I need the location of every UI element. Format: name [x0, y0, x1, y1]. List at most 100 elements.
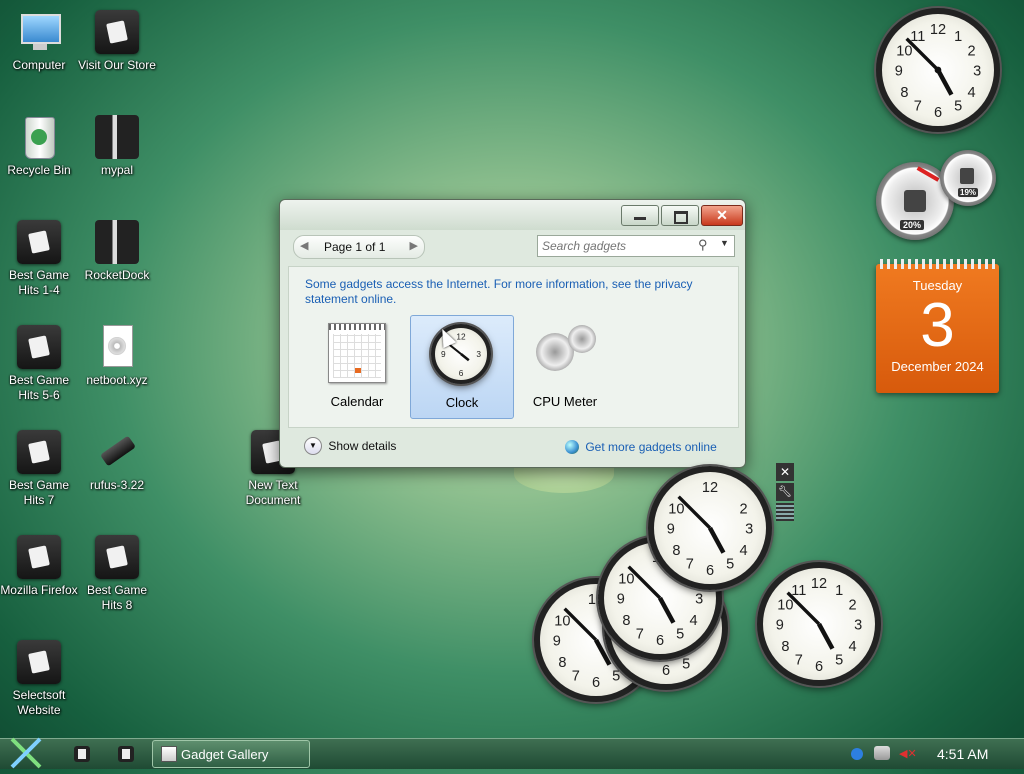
svg-text:2: 2 [740, 501, 748, 517]
cpu-usage-label: 20% [900, 220, 925, 230]
desktop-icon-recycle-bin[interactable]: Recycle Bin [0, 115, 78, 178]
desktop-icon-mypal[interactable]: mypal [78, 115, 156, 178]
minimize-icon [634, 217, 646, 220]
calendar-day: 3 [920, 291, 955, 360]
svg-text:4: 4 [690, 613, 698, 629]
drag-handle-icon[interactable] [776, 503, 794, 521]
svg-text:2: 2 [849, 597, 857, 613]
desktop-icon-computer[interactable]: Computer [0, 10, 78, 73]
memory-gauge-icon: 19% [940, 150, 996, 206]
clock-gadget[interactable]: 12 3 6 9 10 8 7 5 4 2 11 1 [757, 562, 881, 686]
desktop-icon-label: Computer [12, 58, 66, 72]
clock-gadget[interactable]: 12 3 6 9 10 8 7 5 4 2 [648, 466, 772, 590]
gadget-gallery-window[interactable]: ✕ ◀ Page 1 of 1 ▶ ⚲ ▼ Some gadgets acces… [279, 199, 746, 468]
desktop-icon-label: Mozilla Firefox [0, 583, 78, 597]
svg-text:3: 3 [476, 349, 481, 359]
desktop-icon-netboot[interactable]: netboot.xyz [78, 325, 156, 388]
window-titlebar[interactable]: ✕ [280, 200, 745, 230]
gadget-item-clock[interactable]: 12 3 6 9 Clock [410, 315, 514, 419]
clock-face-icon: 12369 1245 781011 [895, 22, 981, 121]
close-button[interactable]: ✕ [701, 205, 743, 226]
svg-text:3: 3 [695, 592, 703, 608]
svg-text:7: 7 [636, 626, 644, 642]
cpu-meter-gadget[interactable]: 20% 19% [876, 150, 1000, 242]
svg-text:6: 6 [459, 368, 464, 378]
desktop-icon-visit-our-store[interactable]: Visit Our Store [78, 10, 156, 73]
wrench-icon[interactable]: 🔧︎ [776, 483, 794, 501]
app-icon [78, 749, 86, 759]
previous-page-icon[interactable]: ◀ [300, 239, 308, 252]
quicklaunch-item[interactable] [74, 746, 90, 762]
memory-usage-label: 19% [958, 188, 979, 197]
svg-text:6: 6 [815, 659, 823, 675]
chevron-down-icon: ▼ [304, 437, 322, 455]
svg-text:6: 6 [662, 663, 670, 679]
tray-network-icon[interactable] [851, 748, 863, 760]
svg-text:8: 8 [622, 613, 630, 629]
clock-face-icon: 123691087 54211 1 [776, 576, 862, 675]
mypal-icon [95, 115, 139, 159]
clock-face-icon: 12 3 6 9 10 87 54 2 [667, 480, 753, 579]
taskbar-button-gadget-gallery[interactable]: Gadget Gallery [152, 740, 310, 768]
privacy-notice[interactable]: Some gadgets access the Internet. For mo… [305, 277, 705, 307]
get-more-gadgets-link[interactable]: Get more gadgets online [565, 439, 717, 454]
page-label: Page 1 of 1 [324, 240, 386, 254]
tray-volume-muted-icon[interactable]: ◀✕ [899, 747, 917, 760]
desktop-icon-rufus[interactable]: rufus-3.22 [78, 430, 156, 493]
usb-drive-icon [95, 430, 139, 474]
svg-text:10: 10 [777, 597, 793, 613]
start-button[interactable] [8, 737, 44, 769]
svg-text:3: 3 [973, 64, 981, 80]
desktop-icon-selectsoft-website[interactable]: Selectsoft Website [0, 640, 78, 718]
desktop-icon-label: Best Game Hits 5-6 [8, 373, 70, 402]
search-input[interactable] [540, 237, 694, 255]
svg-text:7: 7 [795, 652, 803, 668]
svg-text:4: 4 [849, 639, 857, 655]
svg-text:9: 9 [617, 592, 625, 608]
store-icon [95, 10, 139, 54]
chevron-down-icon[interactable]: ▼ [720, 238, 729, 248]
desktop-icon-label: Recycle Bin [7, 163, 71, 177]
clock-gadget[interactable]: 12 3 6 9 1245 7 8 10 11 [876, 8, 1000, 132]
game-icon [17, 325, 61, 369]
website-icon [17, 640, 61, 684]
minimize-button[interactable] [621, 205, 659, 226]
desktop-icon-label: Best Game Hits 7 [8, 478, 70, 507]
globe-icon [565, 439, 579, 454]
desktop-icon-mozilla-firefox[interactable]: Mozilla Firefox [0, 535, 78, 598]
quicklaunch-item[interactable] [118, 746, 134, 762]
svg-text:10: 10 [618, 571, 634, 587]
calendar-month-year: December 2024 [891, 359, 984, 374]
svg-text:4: 4 [740, 543, 748, 559]
desktop-icon-best-game-hits-8[interactable]: Best Game Hits 8 [78, 535, 156, 613]
search-box[interactable]: ⚲ ▼ [537, 235, 735, 257]
close-icon[interactable]: ✕ [776, 463, 794, 481]
taskbar: Gadget Gallery ◀✕ 4:51 AM [0, 737, 1024, 769]
desktop-icon-best-game-hits-1-4[interactable]: Best Game Hits 1-4 [0, 220, 78, 298]
calendar-gadget[interactable]: Tuesday 3 December 2024 [876, 259, 999, 393]
svg-text:3: 3 [854, 618, 862, 634]
tray-connection-icon[interactable] [874, 746, 890, 760]
maximize-button[interactable] [661, 205, 699, 226]
svg-text:7: 7 [572, 668, 580, 684]
gadget-label: Clock [445, 395, 479, 410]
desktop-icon-best-game-hits-5-6[interactable]: Best Game Hits 5-6 [0, 325, 78, 403]
svg-text:9: 9 [667, 522, 675, 538]
svg-text:4: 4 [968, 85, 976, 101]
gadget-item-cpu-meter[interactable]: CPU Meter [514, 315, 616, 417]
clock-time[interactable]: 4:51 AM [937, 746, 988, 762]
next-page-icon[interactable]: ▶ [410, 239, 418, 252]
page-navigator: ◀ Page 1 of 1 ▶ [293, 235, 425, 259]
desktop-icon-label: New Text Document [245, 478, 301, 507]
svg-text:5: 5 [835, 652, 843, 668]
svg-text:6: 6 [656, 633, 664, 649]
gadget-item-calendar[interactable]: Calendar [306, 315, 408, 417]
gadget-label: Calendar [330, 394, 384, 409]
search-icon[interactable]: ⚲ [698, 237, 708, 253]
maximize-icon [674, 211, 688, 224]
computer-icon [17, 10, 61, 54]
show-details-button[interactable]: ▼ Show details [304, 437, 396, 457]
desktop-icon-rocketdock[interactable]: RocketDock [78, 220, 156, 283]
desktop-icon-best-game-hits-7[interactable]: Best Game Hits 7 [0, 430, 78, 508]
svg-text:7: 7 [914, 98, 922, 114]
